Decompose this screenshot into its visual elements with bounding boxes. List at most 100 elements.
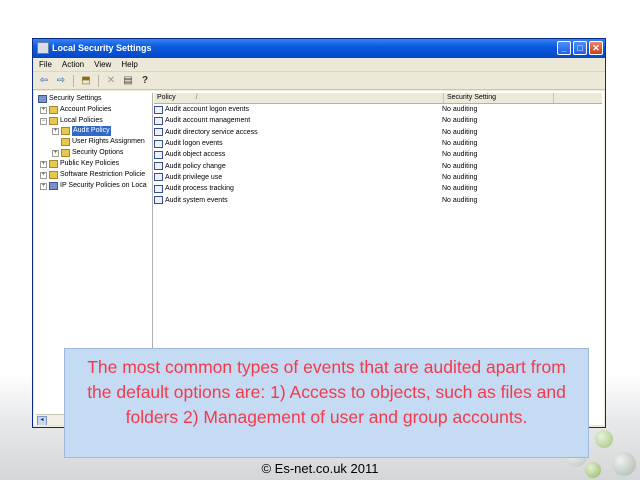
policy-cell: Audit directory service access — [154, 127, 442, 138]
tree-item-label: Software Restriction Policie — [60, 171, 146, 178]
policy-cell: Audit privilege use — [154, 172, 442, 183]
tree-item-label: IP Security Policies on Loca — [60, 182, 147, 189]
policy-cell: Audit object access — [154, 149, 442, 160]
up-folder-icon[interactable]: ⬒ — [79, 74, 93, 87]
toolbar-divider — [98, 74, 99, 87]
menu-action[interactable]: Action — [62, 60, 84, 69]
policy-name: Audit system events — [165, 196, 228, 204]
forward-arrow-icon[interactable]: ⇨ — [54, 74, 68, 87]
table-row[interactable]: Audit privilege use No auditing — [154, 172, 602, 183]
caption-box: The most common types of events that are… — [64, 348, 589, 458]
folder-icon — [61, 149, 70, 157]
close-button[interactable]: ✕ — [589, 41, 603, 55]
menu-view[interactable]: View — [94, 60, 111, 69]
security-setting-value: No auditing — [442, 117, 478, 125]
tree-item-software-restriction-policies[interactable]: + Software Restriction Policie — [40, 170, 145, 180]
security-setting-value: No auditing — [442, 151, 478, 159]
menu-file[interactable]: File — [39, 60, 52, 69]
policy-name: Audit directory service access — [165, 128, 258, 136]
folder-icon — [61, 127, 70, 135]
audit-policy-icon — [154, 196, 163, 205]
table-row[interactable]: Audit object access No auditing — [154, 149, 602, 160]
tree-item-local-policies[interactable]: − Local Policies — [40, 116, 103, 126]
tree-item-public-key-policies[interactable]: + Public Key Policies — [40, 159, 119, 169]
column-header-security-setting[interactable]: Security Setting — [444, 93, 554, 103]
toolbar: ⇦ ⇨ ⬒ ✕ ▤ ? — [33, 72, 605, 90]
menu-bar: File Action View Help — [33, 58, 605, 72]
column-header-filler — [554, 93, 602, 103]
table-row[interactable]: Audit logon events No auditing — [154, 138, 602, 149]
menu-help[interactable]: Help — [121, 60, 137, 69]
maximize-button[interactable]: □ — [573, 41, 587, 55]
decorative-bubble — [595, 430, 613, 448]
tree-item-audit-policy[interactable]: + Audit Policy — [52, 126, 111, 136]
table-row[interactable]: Audit process tracking No auditing — [154, 183, 602, 194]
tree-item-label: User Rights Assignmen — [72, 138, 145, 145]
policy-name: Audit account management — [165, 117, 251, 125]
security-setting-value: No auditing — [442, 185, 478, 193]
sort-indicator-icon: / — [195, 94, 198, 101]
security-setting-value: No auditing — [442, 106, 478, 114]
tree-item-security-options[interactable]: + Security Options — [52, 148, 123, 158]
tree-item-label: Audit Policy — [72, 126, 111, 136]
policy-cell: Audit process tracking — [154, 183, 442, 194]
expand-icon[interactable]: + — [40, 106, 47, 114]
table-row[interactable]: Audit policy change No auditing — [154, 160, 602, 171]
policy-name: Audit logon events — [165, 140, 223, 148]
table-row[interactable]: Audit account logon events No auditing — [154, 104, 602, 115]
properties-icon[interactable]: ▤ — [121, 74, 135, 87]
tree-item-account-policies[interactable]: + Account Policies — [40, 105, 111, 115]
expand-icon[interactable]: + — [40, 182, 47, 190]
back-arrow-icon[interactable]: ⇦ — [37, 74, 51, 87]
tree-item-label: Account Policies — [60, 106, 112, 113]
policy-name: Audit policy change — [165, 162, 226, 170]
ip-security-icon — [49, 182, 58, 190]
audit-policy-icon — [154, 162, 163, 171]
tree-item-security-settings[interactable]: Security Settings — [38, 94, 102, 104]
tree-item-user-rights-assignment[interactable]: User Rights Assignmen — [61, 137, 145, 147]
column-header-policy[interactable]: Policy / — [154, 93, 444, 103]
collapse-icon[interactable]: − — [40, 117, 47, 125]
folder-icon — [49, 171, 58, 179]
tree-item-label: Security Options — [72, 149, 124, 156]
title-bar[interactable]: Local Security Settings _ □ ✕ — [33, 39, 605, 58]
help-icon[interactable]: ? — [138, 74, 152, 87]
table-row[interactable]: Audit system events No auditing — [154, 194, 602, 205]
table-row[interactable]: Audit account management No auditing — [154, 115, 602, 126]
folder-icon — [49, 106, 58, 114]
expand-icon[interactable]: + — [52, 127, 59, 135]
window-title: Local Security Settings — [52, 43, 152, 53]
caption-text: The most common types of events that are… — [87, 357, 566, 427]
expand-icon[interactable]: + — [52, 149, 59, 157]
tree-item-ip-security-policies[interactable]: + IP Security Policies on Loca — [40, 181, 147, 191]
toolbar-divider — [73, 74, 74, 87]
expand-icon[interactable]: + — [40, 160, 47, 168]
tree-item-label: Local Policies — [60, 117, 103, 124]
folder-icon — [49, 160, 58, 168]
expand-icon[interactable]: + — [40, 171, 47, 179]
security-settings-icon — [38, 95, 47, 103]
policy-name: Audit process tracking — [165, 185, 234, 193]
security-setting-value: No auditing — [442, 173, 478, 181]
security-setting-value: No auditing — [442, 196, 478, 204]
column-header-label: Security Setting — [447, 94, 497, 101]
security-setting-value: No auditing — [442, 140, 478, 148]
scroll-left-arrow-icon[interactable]: ◂ — [37, 416, 47, 425]
tree-item-label: Security Settings — [49, 95, 102, 102]
policy-name: Audit privilege use — [165, 173, 223, 181]
audit-policy-icon — [154, 105, 163, 114]
policy-cell: Audit system events — [154, 195, 442, 206]
policy-name: Audit account logon events — [165, 106, 250, 114]
copyright-text: © Es-net.co.uk 2011 — [261, 461, 379, 476]
tree-item-label: Public Key Policies — [60, 160, 120, 167]
security-setting-value: No auditing — [442, 128, 478, 136]
policy-name: Audit object access — [165, 151, 226, 159]
minimize-button[interactable]: _ — [557, 41, 571, 55]
folder-icon — [61, 138, 70, 146]
audit-policy-icon — [154, 128, 163, 137]
delete-icon[interactable]: ✕ — [104, 74, 118, 87]
table-row[interactable]: Audit directory service access No auditin… — [154, 127, 602, 138]
audit-policy-icon — [154, 150, 163, 159]
folder-icon — [49, 117, 58, 125]
audit-policy-icon — [154, 116, 163, 125]
